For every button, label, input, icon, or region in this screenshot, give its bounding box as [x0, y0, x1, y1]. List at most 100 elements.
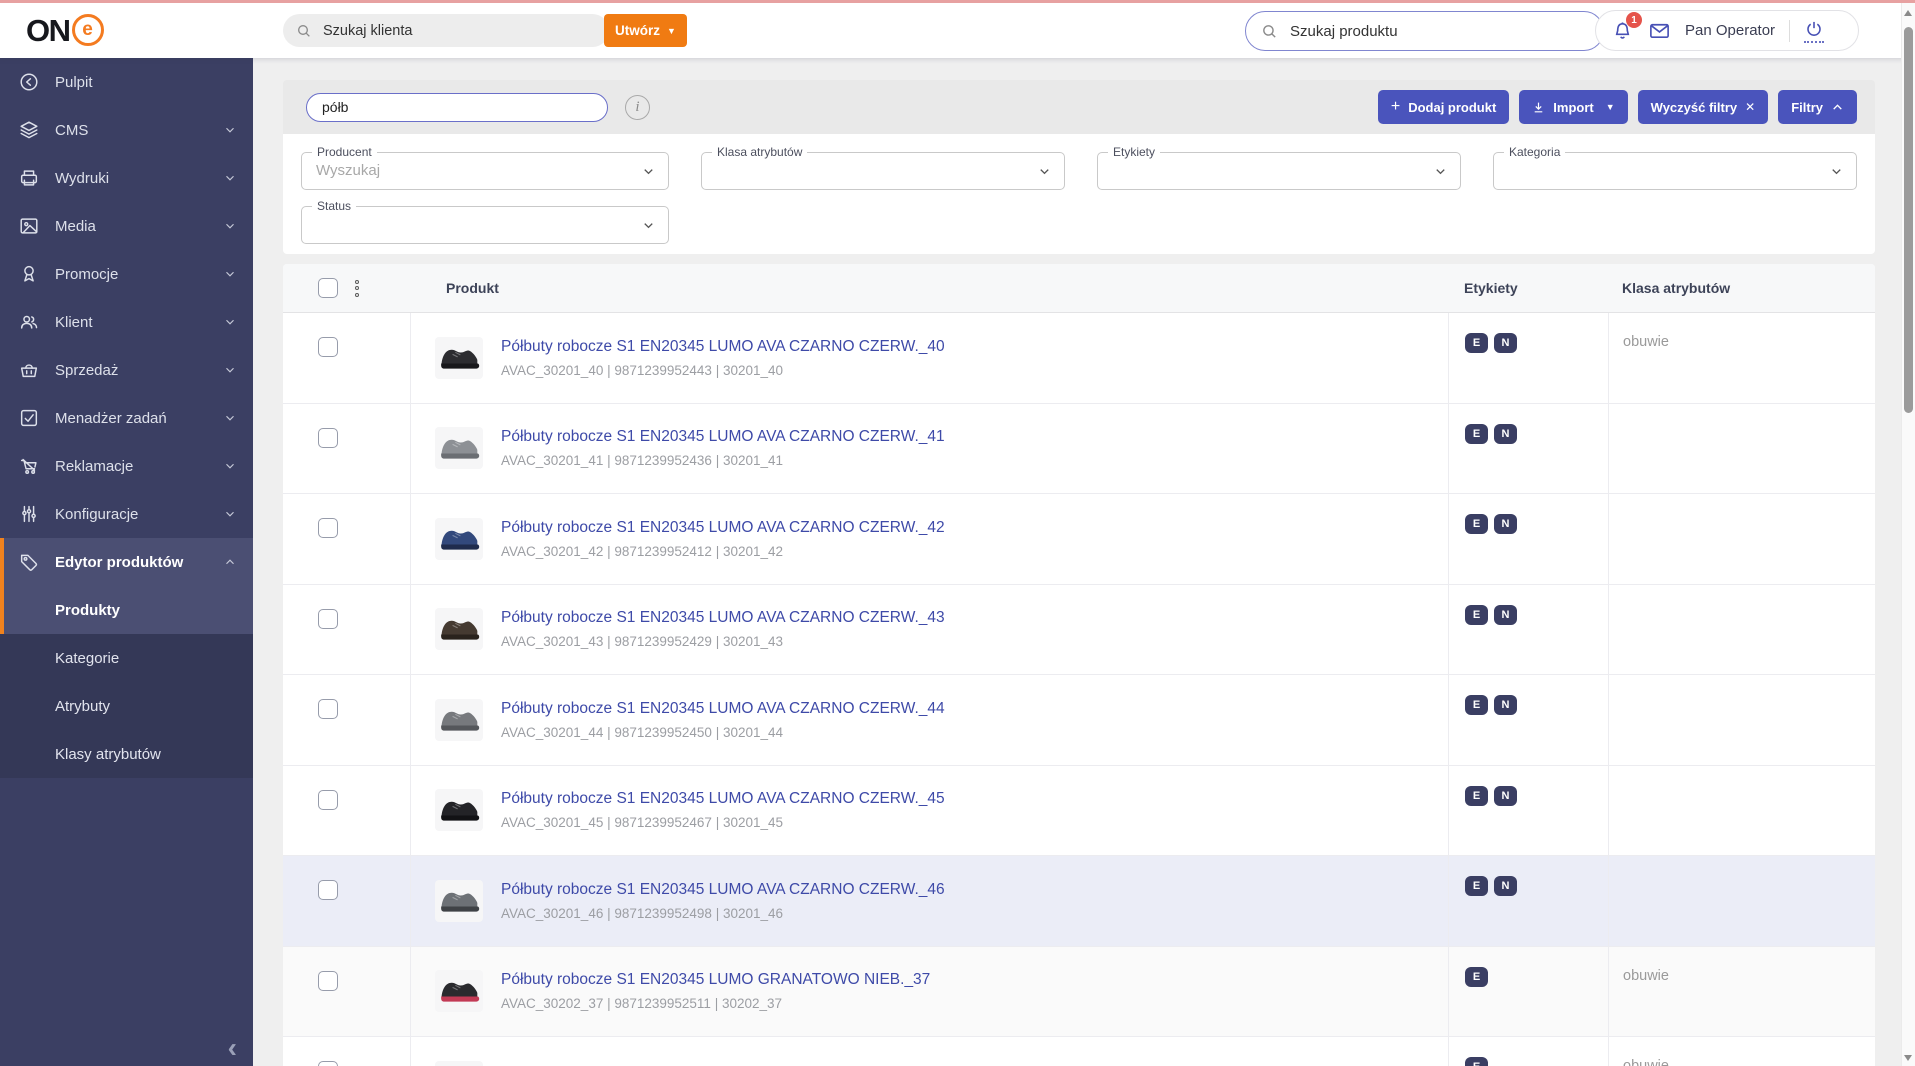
people-icon — [18, 311, 40, 333]
sidebar-item-konfiguracje[interactable]: Konfiguracje — [0, 490, 253, 538]
logo-text: ON — [26, 12, 71, 48]
add-product-button[interactable]: + Dodaj produkt — [1377, 90, 1510, 124]
product-title-link[interactable]: Półbuty robocze S1 EN20345 LUMO AVA CZAR… — [501, 790, 945, 808]
create-button[interactable]: Utwórz ▼ — [604, 14, 687, 47]
label-badge-n: N — [1494, 785, 1517, 806]
row-checkbox[interactable] — [318, 970, 338, 991]
chevron-down-icon — [223, 459, 237, 473]
product-title-link[interactable]: Półbuty robocze S1 EN20345 LUMO AVA CZAR… — [501, 881, 945, 899]
search-icon — [1261, 23, 1278, 40]
product-title-link[interactable]: Półbuty robocze S1 EN20345 LUMO AVA CZAR… — [501, 700, 945, 718]
row-checkbox[interactable] — [318, 337, 338, 357]
sidebar-item-edytor-produktow[interactable]: Edytor produktów — [0, 538, 253, 586]
info-icon[interactable]: i — [625, 94, 650, 120]
notification-badge: 1 — [1626, 12, 1642, 28]
row-checkbox[interactable] — [318, 789, 338, 810]
filter-select-kategoria[interactable]: Kategoria — [1493, 145, 1857, 190]
plus-icon: + — [1390, 97, 1401, 115]
select-all-checkbox[interactable] — [318, 278, 338, 298]
filter-select-status[interactable]: Status — [301, 199, 669, 244]
logo-e-icon: e — [71, 14, 104, 46]
row-checkbox[interactable] — [318, 518, 338, 538]
sidebar-item-reklamacje[interactable]: Reklamacje — [0, 442, 253, 490]
sidebar-item-klient[interactable]: Klient — [0, 298, 253, 346]
row-checkbox[interactable] — [318, 880, 338, 900]
table-body: Półbuty robocze S1 EN20345 LUMO AVA CZAR… — [283, 313, 1875, 1066]
product-title-link[interactable]: Półbuty robocze S1 EN20345 LUMO AVA CZAR… — [501, 609, 945, 627]
search-product-input[interactable] — [1288, 21, 1588, 41]
labels-cell: EN — [1448, 765, 1608, 855]
sidebar-subitem-atrybuty[interactable]: Atrybuty — [0, 682, 253, 730]
row-checkbox[interactable] — [318, 699, 338, 719]
label-badge-e: E — [1465, 423, 1488, 444]
filter-select-etykiety[interactable]: Etykiety — [1097, 145, 1461, 190]
product-codes: AVAC_30201_44 | 9871239952450 | 30201_44 — [501, 724, 784, 740]
product-title-link[interactable]: Półbuty robocze S1 EN20345 LUMO GRANATOW… — [501, 971, 930, 989]
product-image — [435, 336, 483, 379]
product-title-link[interactable]: Półbuty robocze S1 EN20345 LUMO AVA CZAR… — [501, 338, 945, 356]
scrollbar-thumb[interactable] — [1903, 27, 1913, 413]
row-checkbox[interactable] — [318, 1061, 338, 1066]
clear-filters-button[interactable]: Wyczyść filtry ✕ — [1637, 90, 1769, 124]
label-badge-n: N — [1494, 514, 1517, 534]
medal-icon — [18, 263, 40, 285]
toolbar-actions: + Dodaj produkt Import ▼ Wyczyść filtry … — [1377, 90, 1857, 124]
product-title-link[interactable]: Półbuty robocze S1 EN20345 LUMO AVA CZAR… — [501, 519, 945, 537]
image-icon — [18, 215, 40, 237]
sidebar-nav: Pulpit CMS Wydruki Media Promocje Klient — [0, 58, 253, 586]
download-icon — [1532, 101, 1545, 114]
layers-icon — [18, 119, 40, 141]
printer-icon — [18, 167, 40, 189]
filter-select-producent[interactable]: Producent Wyszukaj — [301, 145, 669, 190]
sidebar-collapse-button[interactable]: ‹ — [228, 1034, 237, 1062]
filter-card: i + Dodaj produkt Import ▼ Wyczyść filtr… — [283, 80, 1875, 254]
scroll-up-arrow-icon[interactable] — [1904, 10, 1912, 16]
product-title-link[interactable]: Półbuty robocze S1 EN20345 LUMO AVA CZAR… — [501, 428, 945, 446]
account-pill: 1 Pan Operator — [1595, 10, 1859, 51]
sidebar-item-sprzedaz[interactable]: Sprzedaż — [0, 346, 253, 394]
column-header-labels: Etykiety — [1464, 280, 1518, 296]
labels-cell: EN — [1448, 313, 1608, 403]
product-image — [435, 517, 483, 560]
chevron-down-icon — [1433, 164, 1448, 179]
sidebar-subitem-produkty[interactable]: Produkty — [0, 586, 253, 634]
sidebar-item-pulpit[interactable]: Pulpit — [0, 58, 253, 106]
filter-header-band: i + Dodaj produkt Import ▼ Wyczyść filtr… — [283, 80, 1875, 134]
chevron-down-icon — [223, 507, 237, 521]
logout-power-icon[interactable] — [1804, 19, 1825, 43]
table-row: Półbuty robocze S1 EN20345 LUMO AVA CZAR… — [283, 675, 1875, 766]
column-menu-icon[interactable] — [353, 278, 361, 299]
import-button[interactable]: Import ▼ — [1519, 90, 1628, 124]
search-product-field[interactable] — [1245, 11, 1604, 51]
chevron-up-icon — [223, 555, 237, 569]
filters-button[interactable]: Filtry — [1778, 90, 1857, 124]
table-row: Półbuty robocze S1 EN20345 LUMO AVA CZAR… — [283, 494, 1875, 585]
column-header-attr-class: Klasa atrybutów — [1622, 280, 1731, 296]
labels-cell: EN — [1448, 584, 1608, 674]
product-quick-search-input[interactable] — [320, 98, 594, 116]
search-icon — [296, 23, 312, 39]
notifications-bell-icon[interactable]: 1 — [1611, 12, 1642, 42]
label-badge-e: E — [1465, 333, 1488, 353]
products-table: Produkt Etykiety Klasa atrybutów Półbuty… — [283, 264, 1875, 1066]
filter-select-klasa-atrybutow[interactable]: Klasa atrybutów — [701, 145, 1065, 190]
search-client-input[interactable] — [321, 21, 596, 40]
mail-icon[interactable] — [1648, 19, 1671, 42]
sidebar-item-menadzer-zadan[interactable]: Menadżer zadań — [0, 394, 253, 442]
table-row: Półbuty robocze S1 EN20345 LUMO GRANATOW… — [283, 946, 1875, 1037]
attribute-class-value: obuwie — [1623, 1058, 1669, 1066]
sidebar-item-promocje[interactable]: Promocje — [0, 250, 253, 298]
sidebar-item-wydruki[interactable]: Wydruki — [0, 154, 253, 202]
product-image — [435, 879, 483, 922]
sidebar-item-media[interactable]: Media — [0, 202, 253, 250]
search-client-field[interactable] — [283, 14, 609, 47]
row-checkbox[interactable] — [318, 427, 338, 448]
chevron-down-icon — [223, 171, 237, 185]
scroll-down-arrow-icon[interactable] — [1904, 1055, 1912, 1061]
sidebar-subitem-kategorie[interactable]: Kategorie — [0, 634, 253, 682]
product-quick-search-field[interactable] — [306, 92, 608, 122]
sidebar-subitem-klasy-atrybut-w[interactable]: Klasy atrybutów — [0, 730, 253, 778]
scrollbar[interactable] — [1901, 3, 1915, 1066]
sidebar-item-cms[interactable]: CMS — [0, 106, 253, 154]
row-checkbox[interactable] — [318, 608, 338, 629]
